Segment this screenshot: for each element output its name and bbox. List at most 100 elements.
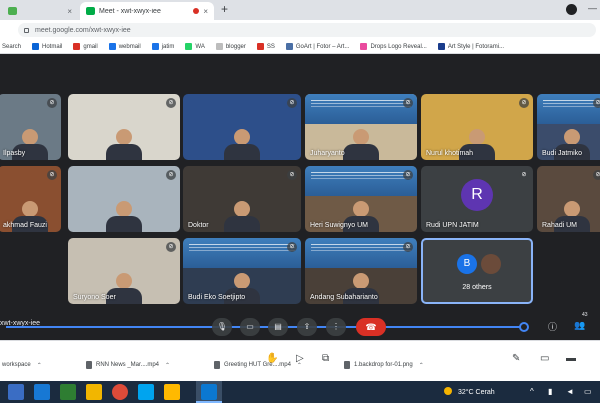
mic-off-icon: ⊘ <box>287 98 297 108</box>
bookmark-item[interactable]: Art Style | Fotorami... <box>437 43 504 50</box>
microphone-icon: 🎙 <box>216 322 228 331</box>
tray-icon[interactable]: ▬ <box>566 353 576 364</box>
edge-icon[interactable] <box>138 384 154 400</box>
bookmark-item[interactable]: GoArt | Fotor – Art... <box>285 43 350 50</box>
participant-tile[interactable]: ⊘ Rahadi UM <box>537 166 600 232</box>
bookmark-item[interactable]: gmail <box>73 43 98 50</box>
meet-video-grid: ⊘ Ilpasby ⊘ ⊘ ⊘ Juharyanto ⊘ Nurul khotimah ⊘ Bud… <box>0 54 600 340</box>
participant-tile[interactable]: ⊘ Budi Jatmiko <box>537 94 600 160</box>
globe-icon <box>285 43 293 50</box>
screen-icon[interactable]: ▭ <box>540 353 549 364</box>
bookmark-item[interactable]: blogger <box>215 43 246 50</box>
bookmark-label: blogger <box>225 43 246 50</box>
avatar: B <box>457 254 477 274</box>
present-button[interactable]: ⇪ <box>297 318 317 336</box>
download-filename: 1.backdrop for-01.png <box>354 362 413 368</box>
browser-tab-1[interactable]: × <box>2 2 78 20</box>
folder-icon[interactable] <box>164 384 180 400</box>
participant-tile[interactable]: ⊘ Ilpasby <box>0 94 61 160</box>
participant-name: Nurul khotimah <box>426 150 474 157</box>
participant-tile[interactable]: ⊘ Doktor <box>183 166 301 232</box>
participant-tile[interactable]: ⊘ Suryono Soer <box>68 238 180 304</box>
close-tab-icon[interactable]: × <box>67 7 72 16</box>
profile-icon[interactable] <box>566 4 577 15</box>
bookmark-label: GoArt | Fotor – Art... <box>295 43 350 50</box>
bookmark-item[interactable]: jatim <box>151 43 175 50</box>
participant-tile[interactable]: ⊘ Juharyanto <box>305 94 417 160</box>
participant-name: Budi Jatmiko <box>542 150 583 157</box>
chevron-up-icon[interactable]: ⌃ <box>37 362 42 369</box>
bookmark-item[interactable]: SS <box>256 43 275 50</box>
weather-widget[interactable]: 32°C Cerah <box>444 387 495 396</box>
more-options-button[interactable]: ⋮ <box>326 318 346 336</box>
participant-tile[interactable]: B 28 others <box>421 238 533 304</box>
new-tab-button[interactable]: + <box>221 2 228 16</box>
camera-button[interactable]: ▭ <box>240 318 260 336</box>
mail-icon[interactable] <box>34 384 50 400</box>
participant-tile[interactable]: ⊘ akhmad Fauzi <box>0 166 61 232</box>
participant-video <box>106 201 142 232</box>
battery-icon[interactable]: ▭ <box>584 387 592 396</box>
explorer-icon[interactable] <box>86 384 102 400</box>
chevron-up-icon[interactable]: ^ <box>530 387 534 396</box>
bookmark-item[interactable]: webmail <box>108 43 141 50</box>
bookmark-label: gmail <box>83 43 98 50</box>
participant-video <box>224 129 260 160</box>
active-app-icon <box>201 384 217 400</box>
captions-button[interactable]: ▤ <box>268 318 288 336</box>
bookmark-label: jatim <box>161 43 175 50</box>
participant-name: Doktor <box>188 222 209 229</box>
outlook-icon <box>32 43 40 50</box>
participant-tile[interactable]: ⊘ Budi Eko Soetjipto <box>183 238 301 304</box>
participant-name: Budi Eko Soetjipto <box>188 294 246 301</box>
people-icon[interactable]: 👥 <box>574 320 585 331</box>
progress-knob[interactable] <box>519 322 529 332</box>
taskbar-app-icon[interactable] <box>8 384 24 400</box>
download-item[interactable]: RNN News _Mar....mp4 ⌃ <box>86 361 170 369</box>
virtual-background-banner <box>305 94 417 125</box>
participant-tile[interactable]: R ⊘ Rudi UPN JATIM <box>421 166 533 232</box>
participant-tile[interactable]: ⊘ <box>68 94 180 160</box>
minimize-window-button[interactable]: — <box>588 3 597 13</box>
bookmark-item[interactable]: Search <box>2 44 21 50</box>
bookmark-item[interactable]: Drops Logo Reveal... <box>360 43 427 50</box>
chevron-up-icon[interactable]: ⌃ <box>419 362 424 369</box>
download-item[interactable]: workspace ⌃ <box>0 361 42 369</box>
bookmark-label: webmail <box>118 43 141 50</box>
network-icon[interactable]: ▮ <box>548 387 552 396</box>
bookmark-item[interactable]: Hotmail <box>32 43 62 50</box>
chevron-up-icon[interactable]: ⌃ <box>165 362 170 369</box>
info-icon[interactable]: ⓘ <box>548 320 557 333</box>
file-icon <box>86 361 92 369</box>
leave-call-button[interactable]: ☎ <box>356 318 386 336</box>
chevron-up-icon[interactable]: ⌃ <box>297 362 302 369</box>
bookmark-item[interactable]: WA <box>185 43 205 50</box>
participant-tile[interactable]: ⊘ Nurul khotimah <box>421 94 533 160</box>
download-item[interactable]: Greeting HUT Gre....mp4 ⌃ <box>214 361 302 369</box>
present-icon: ⇪ <box>303 322 311 331</box>
download-item[interactable]: 1.backdrop for-01.png ⌃ <box>344 361 424 369</box>
pen-icon[interactable]: ✎ <box>512 353 520 364</box>
microphone-button[interactable]: 🎙 <box>212 318 232 336</box>
bookmarks-bar: Search Hotmail gmail webmail jatim WA blogger S… <box>0 40 600 54</box>
close-tab-icon[interactable]: × <box>203 7 208 16</box>
participant-name: Ilpasby <box>3 150 26 157</box>
mic-off-icon: ⊘ <box>519 170 529 180</box>
address-bar[interactable]: meet.google.com/xwt-xwyx-iee <box>18 23 596 37</box>
participant-tile[interactable]: ⊘ Andang Subaharianto <box>305 238 417 304</box>
participant-name: Rahadi UM <box>542 222 578 229</box>
pip-icon[interactable]: ⧉ <box>322 353 329 364</box>
virtual-background-banner <box>183 238 301 269</box>
browser-tab-meet[interactable]: Meet - xwt-xwyx-iee × <box>80 2 214 20</box>
volume-icon[interactable]: ◄ <box>566 387 574 396</box>
mic-off-icon: ⊘ <box>47 170 57 180</box>
chrome-icon[interactable] <box>112 384 128 400</box>
webmail-icon <box>108 43 116 50</box>
browser-toolbar: meet.google.com/xwt-xwyx-iee <box>0 20 600 40</box>
mic-off-icon: ⊘ <box>403 98 413 108</box>
participant-tile[interactable]: ⊘ Heri Suwignyo UM <box>305 166 417 232</box>
captions-icon: ▤ <box>274 322 282 331</box>
participant-tile[interactable]: ⊘ <box>68 166 180 232</box>
participant-tile[interactable]: ⊘ <box>183 94 301 160</box>
store-icon[interactable] <box>60 384 76 400</box>
